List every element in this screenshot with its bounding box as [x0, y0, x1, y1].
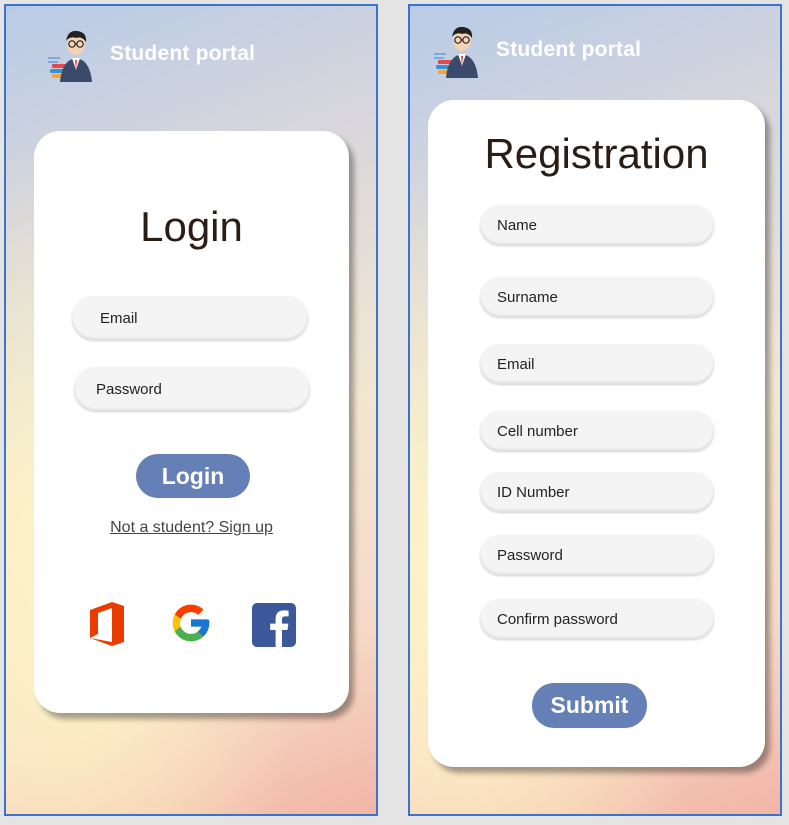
registration-title: Registration	[484, 130, 709, 177]
app-header: Student portal	[432, 20, 641, 80]
cell-number-field[interactable]: Cell number	[480, 411, 714, 451]
login-screen: Student portal Login Email Password Logi…	[4, 4, 378, 816]
email-placeholder: Email	[100, 309, 138, 327]
login-button[interactable]: Login	[136, 454, 250, 498]
google-icon[interactable]	[169, 600, 213, 646]
password-field[interactable]: Password	[480, 535, 714, 575]
password-field[interactable]: Password	[74, 367, 310, 411]
confirm-password-field[interactable]: Confirm password	[480, 599, 714, 639]
email-placeholder: Email	[497, 355, 535, 373]
signup-link-text: Not a student? Sign up	[110, 519, 273, 536]
password-placeholder: Password	[497, 546, 563, 564]
submit-button[interactable]: Submit	[532, 683, 647, 728]
app-header: Student portal	[46, 24, 255, 84]
cell-number-placeholder: Cell number	[497, 422, 578, 440]
confirm-password-placeholder: Confirm password	[497, 610, 618, 628]
student-avatar-icon	[46, 24, 98, 84]
app-title: Student portal	[110, 42, 256, 65]
name-field[interactable]: Name	[480, 205, 714, 245]
login-card: Login Email Password Login Not a student…	[34, 131, 349, 713]
id-number-field[interactable]: ID Number	[480, 472, 714, 512]
registration-card: Registration Name Surname Email Cell num…	[428, 100, 765, 767]
signup-link[interactable]: Not a student? Sign up	[34, 519, 349, 537]
surname-placeholder: Surname	[497, 288, 558, 306]
email-field[interactable]: Email	[72, 296, 308, 340]
login-title: Login	[140, 203, 243, 250]
name-placeholder: Name	[497, 216, 538, 234]
office-icon[interactable]	[86, 600, 130, 646]
email-field[interactable]: Email	[480, 344, 714, 384]
student-avatar-icon	[432, 20, 484, 80]
surname-field[interactable]: Surname	[480, 277, 714, 317]
facebook-icon[interactable]	[252, 603, 296, 649]
app-title: Student portal	[496, 38, 642, 61]
id-number-placeholder: ID Number	[497, 483, 570, 501]
registration-screen: Student portal Registration Name Surname…	[408, 4, 782, 816]
password-placeholder: Password	[96, 380, 162, 398]
